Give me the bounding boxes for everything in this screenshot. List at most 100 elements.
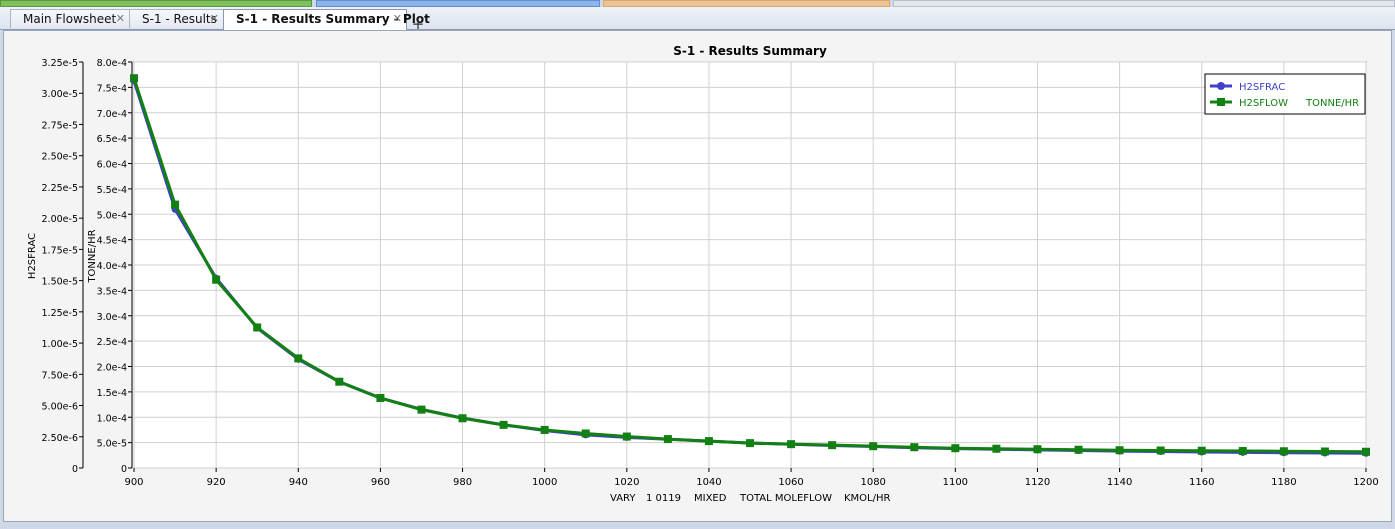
data-point-h2sflow [663, 435, 672, 444]
y-right-tick-label: 7.5e-4 [97, 83, 127, 94]
data-point-h2sflow [171, 200, 180, 209]
y-right-tick-label: 5.5e-4 [97, 185, 127, 196]
y-right-tick-label: 6.5e-4 [97, 134, 127, 145]
tab-s1-results[interactable]: S-1 - Results ✕ [129, 9, 224, 28]
legend-marker-h2sflow [1217, 98, 1225, 106]
strip-orange [603, 0, 890, 7]
strip-blue [316, 0, 600, 7]
y-left-tick-label: 1.50e-5 [42, 277, 78, 288]
data-point-h2sflow [992, 444, 1001, 453]
x-tick-label: 980 [453, 477, 472, 488]
y-right-tick-label: 3.5e-4 [97, 286, 127, 297]
data-point-h2sflow [1362, 447, 1370, 456]
data-point-h2sflow [253, 323, 262, 332]
x-tick-label: 900 [124, 477, 143, 488]
bottom-bar [0, 522, 1395, 529]
x-axis-label: VARY 1 0119 MIXED TOTAL MOLEFLOW KMOL/HR [610, 493, 891, 504]
data-point-h2sflow [1320, 447, 1329, 456]
legend-marker-h2sfrac [1217, 82, 1225, 90]
y-left-tick-label: 1.25e-5 [42, 308, 78, 319]
tab-main-flowsheet[interactable]: Main Flowsheet ✕ [10, 9, 130, 28]
y-axis-label-right: TONNE/HR [87, 229, 98, 283]
y-left-tick-label: 2.75e-5 [42, 120, 78, 131]
y-right-tick-label: 1.5e-4 [97, 388, 127, 399]
x-tick-label: 1140 [1107, 477, 1132, 488]
data-point-h2sflow [828, 441, 837, 450]
x-axis-label-part: TOTAL MOLEFLOW [739, 493, 832, 504]
plot-panel: 900 920 940 960 980 1000 1020 1040 1060 1080 1100 1… [3, 30, 1392, 522]
x-tick-label: 1000 [532, 477, 557, 488]
tab-label: Main Flowsheet [23, 12, 117, 26]
document-tab-bar: Main Flowsheet ✕ S-1 - Results ✕ S-1 - R… [0, 7, 1395, 32]
results-summary-chart[interactable]: 900 920 940 960 980 1000 1020 1040 1060 1080 1100 1… [4, 31, 1391, 521]
y-left-tick-label: 3.25e-5 [42, 58, 78, 69]
y-right-tick-label: 5.0e-5 [97, 439, 127, 450]
y-left-tick-label: 1.00e-5 [42, 339, 78, 350]
y-right-tick-label: 4.0e-4 [97, 261, 127, 272]
y-right-tick-label: 2.0e-4 [97, 363, 127, 374]
data-point-h2sflow [212, 275, 221, 284]
x-tick-label: 1200 [1353, 477, 1378, 488]
data-point-h2sflow [1279, 447, 1288, 456]
x-tick-label: 1180 [1271, 477, 1296, 488]
x-tick-label: 1160 [1189, 477, 1214, 488]
y-right-tick-label: 1.0e-4 [97, 413, 127, 424]
data-point-h2sflow [1033, 445, 1042, 454]
close-icon[interactable]: ✕ [210, 10, 219, 28]
data-point-h2sflow [1197, 446, 1206, 455]
x-tick-label: 1060 [778, 477, 803, 488]
tab-s1-results-summary-plot[interactable]: S-1 - Results Summary - Plot ✕ [223, 9, 430, 30]
data-point-h2sflow [910, 443, 919, 452]
legend[interactable]: H2SFRAC H2SFLOW TONNE/HR [1204, 73, 1366, 115]
data-point-h2sflow [787, 440, 796, 449]
x-axis-label-part: 1 0119 [646, 493, 681, 504]
data-point-h2sflow [951, 444, 960, 453]
data-point-h2sflow [581, 429, 590, 438]
y-right-tick-label: 8.0e-4 [97, 58, 127, 69]
x-axis-label-part: VARY [610, 493, 636, 504]
data-point-h2sflow [869, 442, 878, 451]
y-right-tick-label: 0 [121, 464, 127, 475]
x-tick-label: 1100 [943, 477, 968, 488]
x-tick-label: 940 [289, 477, 308, 488]
x-tick-label: 1040 [696, 477, 721, 488]
y-left-tick-label: 2.50e-5 [42, 152, 78, 163]
x-tick-label: 1120 [1025, 477, 1050, 488]
data-point-h2sflow [458, 414, 467, 423]
data-point-h2sflow [376, 393, 385, 402]
data-point-h2sflow [1115, 446, 1124, 455]
top-strip [0, 0, 1395, 7]
close-icon[interactable]: ✕ [116, 10, 125, 28]
x-tick-label: 1080 [860, 477, 885, 488]
y-right-tick-label: 5.0e-4 [97, 210, 127, 221]
data-point-h2sflow [1074, 445, 1083, 454]
data-point-h2sflow [540, 425, 549, 434]
y-left-tick-label: 0 [72, 464, 78, 475]
x-tick-label: 1020 [614, 477, 639, 488]
y-left-tick-label: 2.00e-5 [42, 214, 78, 225]
data-point-h2sflow [1156, 446, 1165, 455]
data-point-h2sflow [746, 439, 754, 448]
chart-title: S-1 - Results Summary [673, 44, 827, 58]
tab-label: S-1 - Results [142, 12, 217, 26]
x-axis-label-part: MIXED [694, 493, 727, 504]
strip-green [0, 0, 312, 7]
close-icon[interactable]: ✕ [393, 10, 402, 28]
x-axis-label-part: KMOL/HR [844, 493, 891, 504]
legend-label-h2sflow: H2SFLOW [1239, 98, 1288, 109]
y-left-tick-label: 7.50e-6 [42, 370, 78, 381]
y-left-tick-label: 3.00e-5 [42, 89, 78, 100]
y-left-tick-label: 2.25e-5 [42, 183, 78, 194]
y-left-tick-label: 2.50e-6 [42, 433, 78, 444]
data-point-h2sflow [499, 420, 508, 429]
data-point-h2sflow [704, 437, 713, 446]
data-point-h2sflow [622, 432, 631, 441]
y-right-tick-label: 7.0e-4 [97, 109, 127, 120]
strip-gray [893, 0, 1395, 7]
y-left-tick-label: 5.00e-6 [42, 402, 78, 413]
x-tick-label: 960 [371, 477, 390, 488]
legend-label-h2sfrac: H2SFRAC [1239, 82, 1285, 93]
y-axis-label-left: H2SFRAC [27, 233, 38, 279]
data-point-h2sflow [1238, 446, 1247, 455]
data-point-h2sflow [335, 377, 344, 386]
